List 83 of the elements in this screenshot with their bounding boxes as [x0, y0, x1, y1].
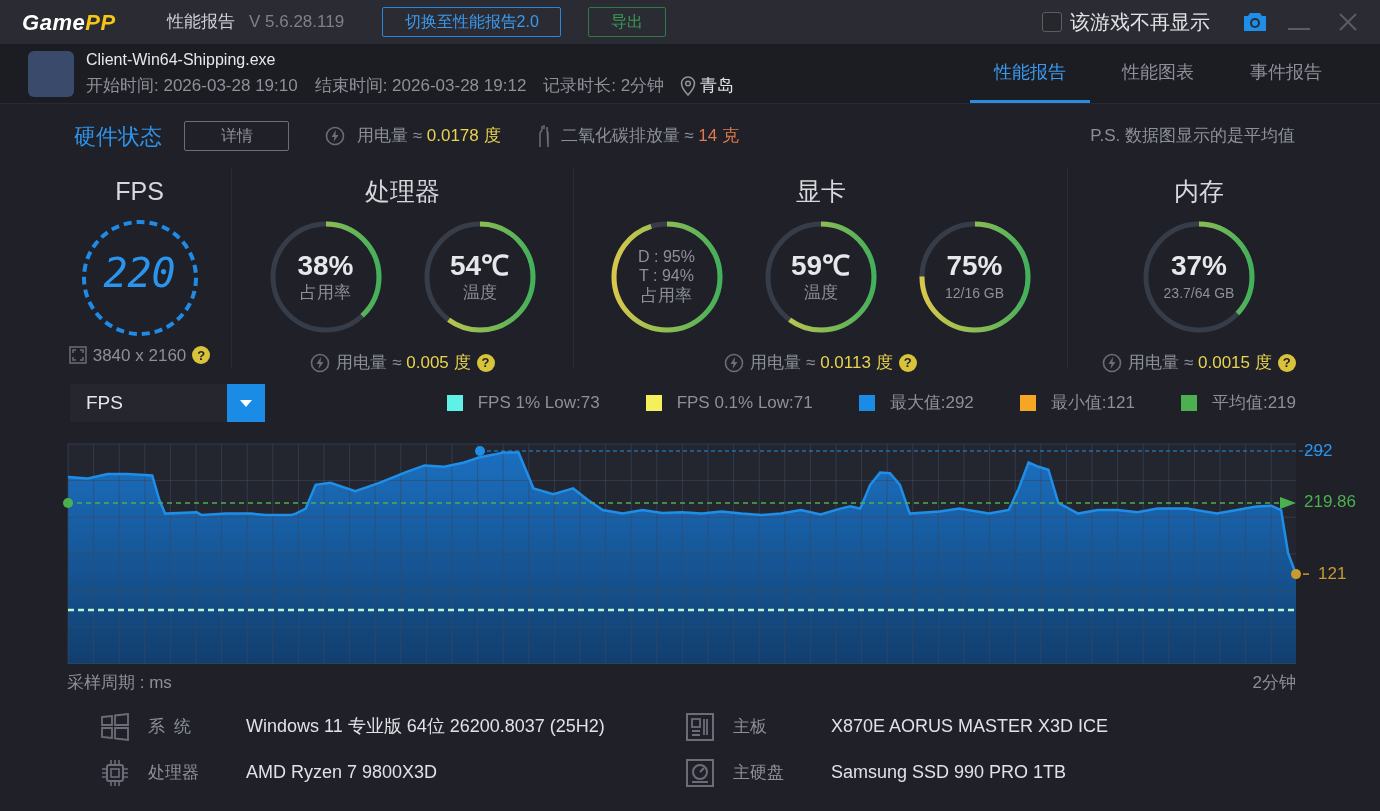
windows-icon [100, 712, 130, 741]
average-point [63, 497, 73, 508]
legend-label: 平均值:219 [1211, 392, 1296, 415]
note-text: P.S. 数据图显示的是平均值 [1090, 125, 1295, 148]
gauge-label: 占用率 [641, 285, 692, 307]
fps-value: 220 [103, 251, 176, 296]
legend-label: 最小值:121 [1050, 392, 1135, 415]
total-power-text: 用电量 ≈ 0.0178 度 [357, 125, 501, 148]
details-button[interactable]: 详情 [184, 121, 289, 151]
panel-title: 处理器 [365, 176, 440, 206]
duration-text: 记录时长: 2分钟 [543, 75, 665, 98]
section-title: 硬件状态 [74, 122, 162, 151]
lightning-icon [310, 352, 331, 373]
lightning-icon [325, 126, 345, 146]
info-value: Windows 11 专业版 64位 26200.8037 (25H2) [246, 715, 605, 738]
end-time: 结束时间: 2026-03-28 19:12 [314, 75, 527, 98]
gauge-value: 59℃ [790, 250, 851, 282]
info-label: 处理器 [148, 761, 200, 784]
info-value: X870E AORUS MASTER X3D ICE [831, 715, 1109, 738]
metric-dropdown[interactable]: FPS [70, 384, 265, 422]
min-point [1291, 569, 1310, 580]
start-time: 开始时间: 2026-03-28 19:10 [86, 75, 298, 98]
export-button[interactable]: 导出 [588, 7, 667, 37]
motherboard-icon [685, 711, 715, 742]
tab[interactable]: 性能报告 [970, 44, 1090, 103]
cpu-chip-icon [100, 757, 130, 788]
camera-icon[interactable] [1242, 11, 1268, 33]
version-text: V 5.6.28.119 [249, 11, 345, 34]
factory-chimney-icon [536, 124, 551, 148]
location-text: 青岛 [700, 75, 735, 98]
info-value: Samsung SSD 990 PRO 1TB [831, 761, 1067, 784]
max-value-label: 292 [1304, 440, 1333, 462]
info-label: 主硬盘 [733, 761, 785, 784]
checkbox-label: 该游戏不再显示 [1070, 10, 1210, 35]
gauge-value: 54℃ [449, 250, 510, 282]
location-pin-icon [680, 76, 697, 96]
legend-label: FPS 0.1% Low:71 [676, 392, 813, 415]
process-name: Client-Win64-Shipping.exe [86, 50, 277, 71]
max-point [475, 446, 485, 456]
lightning-icon [724, 352, 745, 373]
tab[interactable]: 性能图表 [1098, 44, 1218, 103]
help-icon[interactable]: ? [476, 353, 495, 372]
game-icon-image [28, 50, 74, 97]
x-axis-left-label: 采样周期 : ms [67, 672, 172, 694]
info-label: 主板 [733, 715, 768, 738]
legend-label: 最大值:292 [889, 392, 974, 415]
switch-report-button[interactable]: 切换至性能报告2.0 [382, 7, 562, 37]
panel-title: FPS [115, 176, 164, 206]
info-value: AMD Ryzen 7 9800X3D [246, 761, 438, 784]
gauge-value: D : 95% [638, 247, 695, 266]
window-title: 性能报告 [167, 11, 235, 34]
close-icon[interactable] [1338, 12, 1358, 32]
gauge-value: 75% [946, 250, 1003, 282]
gauge-label: 温度 [803, 282, 838, 304]
tab[interactable]: 事件报告 [1226, 44, 1346, 103]
gauge-label: 12/16 GB [944, 284, 1005, 303]
min-value-label: 121 [1318, 563, 1347, 585]
resolution-text: 3840 x 2160 [92, 344, 187, 367]
legend-label: FPS 1% Low:73 [477, 392, 600, 415]
info-label: 系 统 [148, 715, 193, 738]
lightning-icon [1102, 352, 1123, 373]
carbon-emission-text: 二氧化碳排放量 ≈ 14 克 [560, 125, 739, 148]
minimize-icon[interactable] [1288, 27, 1310, 31]
app-logo: GamePP [22, 8, 117, 37]
panel-title: 显卡 [795, 176, 846, 206]
gauge-value: T : 94% [639, 266, 694, 285]
gauge-label: 23.7/64 GB [1163, 284, 1235, 303]
gauge-label: 温度 [462, 282, 497, 304]
power-text: 用电量 ≈ 0.0015 度 [1128, 352, 1272, 374]
help-icon[interactable]: ? [192, 346, 211, 365]
average-value-label: 219.86 [1304, 491, 1356, 513]
gauge-label: 占用率 [300, 282, 351, 304]
gauge-value: 37% [1170, 250, 1227, 282]
gauge-value: 38% [297, 250, 354, 282]
help-icon[interactable]: ? [898, 353, 917, 372]
resolution-icon [68, 346, 87, 365]
power-text: 用电量 ≈ 0.0113 度 [750, 352, 893, 374]
dropdown-caret-icon [240, 399, 252, 407]
x-axis-right-label: 2分钟 [1252, 672, 1296, 694]
power-text: 用电量 ≈ 0.005 度 [336, 352, 471, 374]
checkbox[interactable] [1042, 12, 1062, 32]
help-icon[interactable]: ? [1277, 353, 1296, 372]
panel-title: 内存 [1174, 176, 1224, 206]
